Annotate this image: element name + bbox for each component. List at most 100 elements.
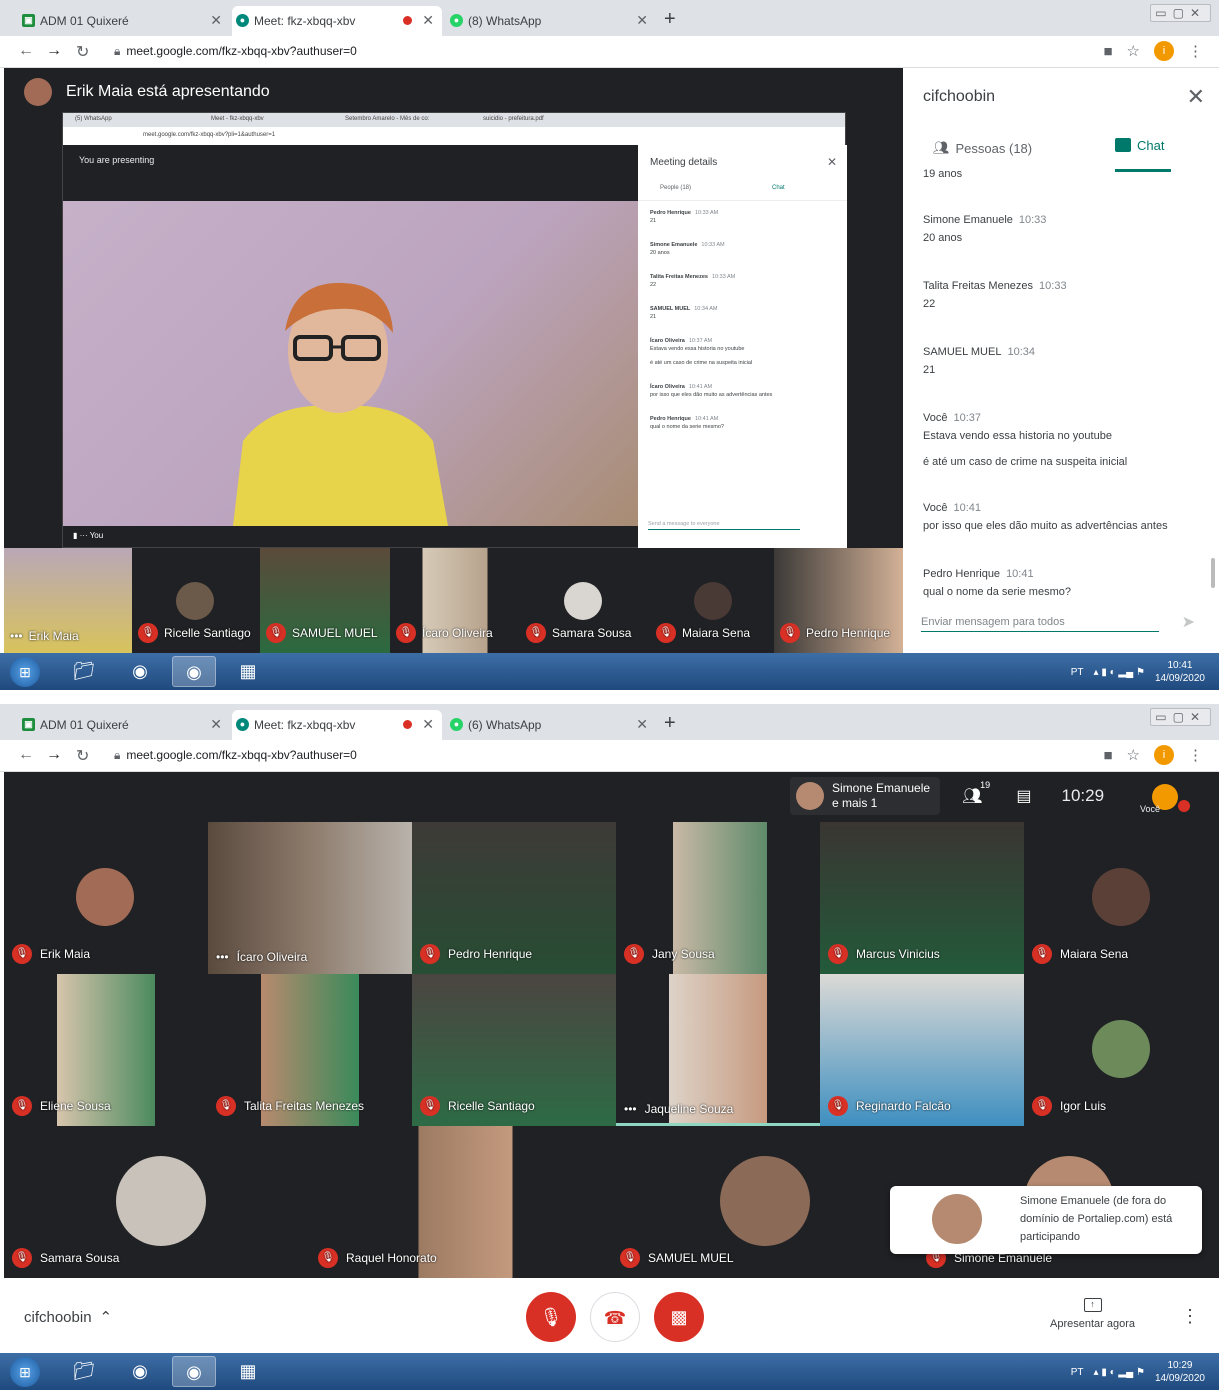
close-icon[interactable]: ✕: [422, 12, 434, 29]
participant-tile[interactable]: 🎙︎ Samara Sousa: [4, 1126, 310, 1278]
hang-up-button[interactable]: ☎︎: [590, 1292, 640, 1342]
mic-off-icon: 🎙︎: [420, 944, 440, 964]
window-controls[interactable]: ▭▢✕: [1150, 708, 1211, 726]
url-field[interactable]: 🔒︎ meet.google.com/fkz-xbqq-xbv?authuser=…: [114, 44, 357, 59]
close-icon[interactable]: ✕: [210, 716, 222, 733]
tab-meet[interactable]: ● Meet: fkz-xbqq-xbv ✕: [232, 6, 442, 36]
send-icon[interactable]: ➤: [1182, 612, 1195, 632]
excel-icon[interactable]: ▦: [226, 656, 270, 687]
star-icon[interactable]: ☆: [1127, 42, 1140, 60]
close-icon[interactable]: ✕: [422, 716, 434, 733]
mic-toggle-button[interactable]: 🎙︎: [526, 1292, 576, 1342]
participant-tile[interactable]: 🎙︎ Raquel Honorato: [310, 1126, 612, 1278]
self-view[interactable]: Você: [1140, 776, 1191, 816]
clock[interactable]: 10:41 14/09/2020: [1155, 659, 1205, 685]
start-button[interactable]: ⊞: [10, 657, 40, 687]
tab-meet[interactable]: ● Meet: fkz-xbqq-xbv ✕: [232, 710, 442, 740]
file-explorer-icon[interactable]: 📁︎: [62, 1356, 106, 1387]
tab-classroom[interactable]: ▣ ADM 01 Quixeré ✕: [18, 6, 230, 36]
participant-tile[interactable]: ••• Ícaro Oliveira: [208, 822, 412, 974]
participant-tile[interactable]: 🎙︎ Erik Maia: [4, 822, 208, 974]
tab-chat[interactable]: Chat: [1115, 138, 1171, 172]
close-icon[interactable]: ✕: [210, 12, 222, 29]
menu-kebab-icon[interactable]: ⋮: [1181, 1306, 1199, 1327]
camera-icon[interactable]: ■: [1103, 747, 1112, 764]
reload-icon[interactable]: ↻: [76, 746, 89, 766]
tray-icons[interactable]: ▴ ▮ ◐ ▂▄ ⚑: [1094, 667, 1145, 678]
tray-icons[interactable]: ▴ ▮ ◐ ▂▄ ⚑: [1094, 1367, 1145, 1378]
presenter-bar: Erik Maia está apresentando: [24, 78, 270, 106]
participant-tile[interactable]: 🎙︎ Talita Freitas Menezes: [208, 974, 412, 1126]
excel-icon[interactable]: ▦: [226, 1356, 270, 1387]
participant-tile[interactable]: 🎙︎ Maiara Sena: [650, 548, 774, 653]
menu-kebab-icon[interactable]: ⋮: [1188, 746, 1203, 764]
new-tab-button[interactable]: +: [664, 8, 676, 31]
window-controls[interactable]: ▭▢✕: [1150, 4, 1211, 22]
participant-tile[interactable]: 🎙︎ SAMUEL MUEL: [612, 1126, 918, 1278]
tab-whatsapp[interactable]: ● (8) WhatsApp ✕: [446, 6, 656, 36]
participant-tile[interactable]: 🎙︎ Samara Sousa: [520, 548, 650, 653]
clock[interactable]: 10:29 14/09/2020: [1155, 1359, 1205, 1385]
mic-off-icon: 🎙︎: [1032, 944, 1052, 964]
close-icon[interactable]: ✕: [636, 12, 648, 29]
scrollbar[interactable]: [1211, 558, 1215, 588]
participant-tile[interactable]: 🎙︎ Igor Luis: [1024, 974, 1219, 1126]
profile-avatar[interactable]: i: [1154, 745, 1174, 765]
camera-icon[interactable]: ■: [1103, 43, 1112, 60]
participant-tile[interactable]: 🎙︎ Ricelle Santiago: [412, 974, 616, 1126]
participant-tile[interactable]: 🎙︎ Ícaro Oliveira: [390, 548, 520, 653]
forward-icon[interactable]: →: [46, 42, 62, 60]
chrome-icon[interactable]: ◉: [172, 656, 216, 687]
presenting-chip[interactable]: Simone Emanuele e mais 1: [790, 777, 941, 815]
participant-tile[interactable]: 🎙︎ Pedro Henrique: [412, 822, 616, 974]
chat-button[interactable]: ▤: [1016, 786, 1031, 806]
participant-tile[interactable]: 🎙︎ SAMUEL MUEL: [260, 548, 390, 653]
camera-toggle-button[interactable]: ▩: [654, 1292, 704, 1342]
chat-input[interactable]: Enviar mensagem para todos: [921, 616, 1159, 632]
meeting-details-toggle[interactable]: cifchoobin ⌃: [24, 1308, 112, 1327]
chrome-icon[interactable]: ◉: [172, 1356, 216, 1387]
close-icon[interactable]: ✕: [1187, 84, 1205, 110]
presenter-name: Simone Emanuele: [832, 781, 931, 795]
participant-tile[interactable]: ••• Jaqueline Souza: [616, 974, 820, 1126]
new-tab-button[interactable]: +: [664, 712, 676, 735]
avatar: [1092, 1020, 1150, 1078]
close-icon[interactable]: ✕: [636, 716, 648, 733]
forward-icon[interactable]: →: [46, 746, 62, 764]
top-right-bar: Simone Emanuele e mais 1 👥︎ 19 ▤ 10:29 Voc…: [790, 774, 1191, 818]
participant-tile[interactable]: 🎙︎ Maiara Sena: [1024, 822, 1219, 974]
star-icon[interactable]: ☆: [1127, 746, 1140, 764]
start-button[interactable]: ⊞: [10, 1357, 40, 1387]
participant-tile[interactable]: 🎙︎ Reginardo Falcão: [820, 974, 1024, 1126]
participant-tile[interactable]: 🎙︎ Jany Sousa: [616, 822, 820, 974]
chrome-icon[interactable]: ◉: [118, 1356, 162, 1387]
mic-off-icon: 🎙︎: [266, 623, 286, 643]
chrome-icon[interactable]: ◉: [118, 656, 162, 687]
person-figure: [233, 282, 448, 526]
tab-whatsapp[interactable]: ● (6) WhatsApp ✕: [446, 710, 656, 740]
file-explorer-icon[interactable]: 📁︎: [62, 656, 106, 687]
people-button[interactable]: 👥︎ 19: [962, 780, 990, 806]
reload-icon[interactable]: ↻: [76, 42, 89, 62]
participant-tile[interactable]: 🎙︎ Marcus Vinicius: [820, 822, 1024, 974]
tab-people[interactable]: 👥︎ Pessoas (18): [933, 140, 1032, 156]
back-icon[interactable]: ←: [18, 746, 34, 764]
back-icon[interactable]: ←: [18, 42, 34, 60]
participant-tile[interactable]: 🎙︎ Pedro Henrique: [774, 548, 903, 653]
language-indicator[interactable]: PT: [1071, 667, 1084, 678]
present-now-button[interactable]: ↑ Apresentar agora: [1050, 1298, 1135, 1330]
participant-tile[interactable]: 🎙︎ Eliene Sousa: [4, 974, 208, 1126]
profile-avatar[interactable]: i: [1154, 41, 1174, 61]
close-icon: ✕: [826, 155, 837, 169]
tab-classroom[interactable]: ▣ ADM 01 Quixeré ✕: [18, 710, 230, 740]
url-field[interactable]: 🔒︎ meet.google.com/fkz-xbqq-xbv?authuser=…: [114, 748, 357, 763]
avatar: [796, 782, 824, 810]
list-item: Pedro Henrique 10:33 AM 21: [650, 210, 719, 224]
screenshot-grid: ▣ ADM 01 Quixeré ✕ ● Meet: fkz-xbqq-xbv …: [0, 704, 1219, 1390]
participant-tile[interactable]: 🎙︎ Ricelle Santiago: [132, 548, 260, 653]
menu-kebab-icon[interactable]: ⋮: [1188, 42, 1203, 60]
participant-name: Marcus Vinicius: [856, 947, 940, 961]
language-indicator[interactable]: PT: [1071, 1367, 1084, 1378]
participant-tile[interactable]: ••• Erik Maia: [4, 548, 132, 653]
present-label: Apresentar agora: [1050, 1318, 1135, 1330]
